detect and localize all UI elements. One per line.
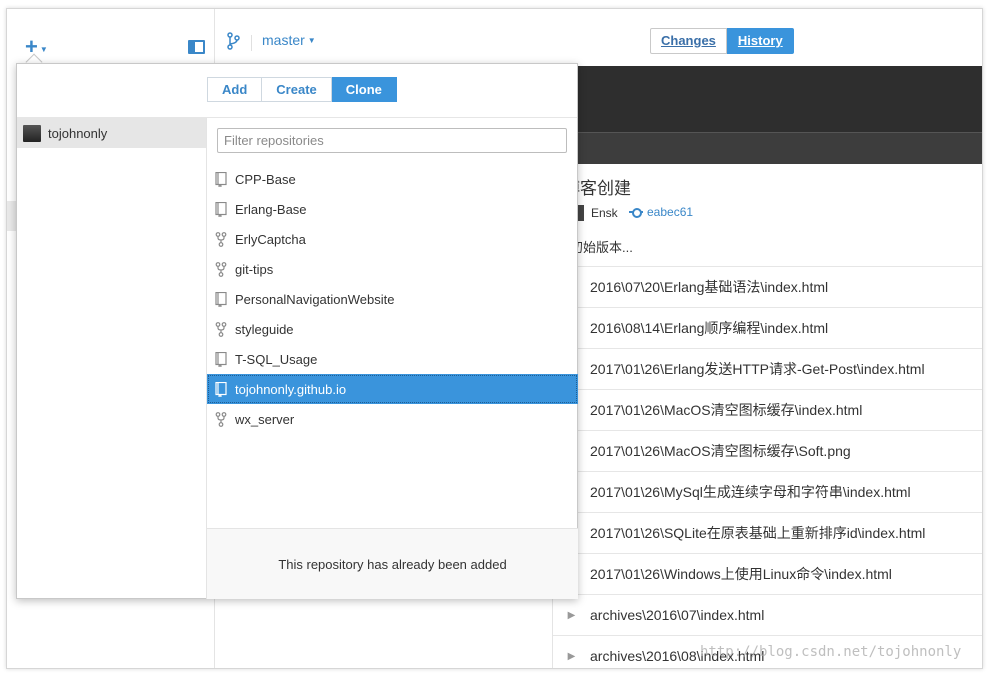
tab-create[interactable]: Create: [262, 77, 332, 102]
file-row[interactable]: 2017\01\26\MySql生成连续字母和字符串\index.html: [553, 471, 982, 512]
file-row[interactable]: 2017\01\26\MacOS清空图标缓存\index.html: [553, 389, 982, 430]
fork-icon: [215, 411, 227, 427]
sidebar-toggle-icon[interactable]: [188, 40, 205, 54]
branch-selector[interactable]: master ▼: [262, 32, 316, 48]
chevron-down-icon: ▼: [307, 35, 316, 45]
file-row[interactable]: 2016\08\14\Erlang顺序编程\index.html: [553, 307, 982, 348]
repository-status-message: This repository has already been added: [207, 528, 578, 599]
repository-item[interactable]: Erlang-Base: [207, 194, 578, 224]
popover-tabs: Add Create Clone: [207, 77, 397, 102]
tab-changes[interactable]: Changes: [650, 28, 727, 54]
account-list: tojohnonly: [17, 118, 207, 599]
account-item[interactable]: tojohnonly: [17, 118, 206, 148]
fork-icon: [215, 261, 227, 277]
commit-description: 初始版本...: [570, 240, 633, 255]
repository-item[interactable]: wx_server: [207, 404, 578, 434]
repository-name: git-tips: [235, 261, 274, 277]
account-name: tojohnonly: [48, 125, 108, 141]
repo-icon: [215, 351, 227, 367]
avatar: [23, 124, 41, 142]
chevron-right-icon[interactable]: ▶: [553, 651, 590, 662]
file-path: 2016\07\20\Erlang基础语法\index.html: [590, 279, 829, 295]
file-path: 2017\01\26\MacOS清空图标缓存\index.html: [590, 402, 863, 418]
chevron-down-icon: ▼: [39, 44, 48, 54]
repository-item[interactable]: CPP-Base: [207, 164, 578, 194]
commit-sha-link[interactable]: eabec61: [629, 205, 693, 219]
repo-icon: [215, 291, 227, 307]
commit-graph-header: [553, 66, 982, 132]
repository-name: PersonalNavigationWebsite: [235, 291, 395, 307]
repository-name: T-SQL_Usage: [235, 351, 318, 367]
file-row[interactable]: 2017\01\26\Erlang发送HTTP请求-Get-Post\index…: [553, 348, 982, 389]
file-path: 2017\01\26\MySql生成连续字母和字符串\index.html: [590, 484, 911, 500]
file-path: archives\2016\07\index.html: [590, 607, 765, 623]
filter-repositories-input[interactable]: [217, 128, 567, 153]
repository-name: Erlang-Base: [235, 201, 307, 217]
file-row[interactable]: 2016\07\20\Erlang基础语法\index.html: [553, 266, 982, 307]
branch-icon: [227, 32, 240, 50]
repository-item[interactable]: T-SQL_Usage: [207, 344, 578, 374]
view-tabs: Changes History: [650, 28, 794, 54]
tab-history[interactable]: History: [726, 28, 794, 54]
add-repository-popover: Add Create Clone tojohnonly CPP-Base Erla…: [16, 63, 578, 599]
file-path: 2017\01\26\Erlang发送HTTP请求-Get-Post\index…: [590, 361, 925, 377]
repo-icon: [215, 171, 227, 187]
repository-name: ErlyCaptcha: [235, 231, 306, 247]
file-row[interactable]: 2017\01\26\MacOS清空图标缓存\Soft.png: [553, 430, 982, 471]
file-path: 2017\01\26\Windows上使用Linux命令\index.html: [590, 566, 892, 582]
commit-graph-subheader: [553, 132, 982, 164]
watermark: http://blog.csdn.net/tojohnonly: [700, 644, 962, 660]
fork-icon: [215, 231, 227, 247]
repository-name: tojohnonly.github.io: [235, 381, 347, 397]
fork-icon: [215, 321, 227, 337]
file-path: 2017\01\26\SQLite在原表基础上重新排序id\index.html: [590, 525, 926, 541]
file-path: 2017\01\26\MacOS清空图标缓存\Soft.png: [590, 443, 851, 459]
chevron-right-icon[interactable]: ▶: [553, 610, 590, 621]
branch-name: master: [262, 32, 305, 48]
repository-item[interactable]: styleguide: [207, 314, 578, 344]
commit-author: Ensk: [591, 206, 618, 220]
repo-icon: [215, 201, 227, 217]
commit-sha: eabec61: [647, 205, 694, 219]
tab-add[interactable]: Add: [207, 77, 263, 102]
repository-name: wx_server: [235, 411, 295, 427]
file-row[interactable]: 2017\01\26\Windows上使用Linux命令\index.html: [553, 553, 982, 594]
repository-list: CPP-Base Erlang-Base ErlyCaptcha git-tips Pe…: [207, 164, 578, 434]
repository-item[interactable]: PersonalNavigationWebsite: [207, 284, 578, 314]
file-path: 2016\08\14\Erlang顺序编程\index.html: [590, 320, 829, 336]
repository-panel: CPP-Base Erlang-Base ErlyCaptcha git-tips Pe…: [207, 118, 578, 599]
repository-item[interactable]: tojohnonly.github.io: [207, 374, 578, 404]
repository-name: CPP-Base: [235, 171, 296, 187]
file-row[interactable]: ▶ archives\2016\07\index.html: [553, 594, 982, 635]
add-repository-button[interactable]: + ▼: [25, 36, 55, 58]
commit-icon: [629, 207, 643, 218]
repository-item[interactable]: git-tips: [207, 254, 578, 284]
toolbar-divider: [251, 35, 252, 51]
repository-item[interactable]: ErlyCaptcha: [207, 224, 578, 254]
changed-files-list: 2016\07\20\Erlang基础语法\index.html 2016\08…: [553, 266, 982, 668]
file-row[interactable]: 2017\01\26\SQLite在原表基础上重新排序id\index.html: [553, 512, 982, 553]
repo-icon: [215, 381, 227, 397]
repository-name: styleguide: [235, 321, 294, 337]
tab-clone[interactable]: Clone: [331, 77, 397, 102]
